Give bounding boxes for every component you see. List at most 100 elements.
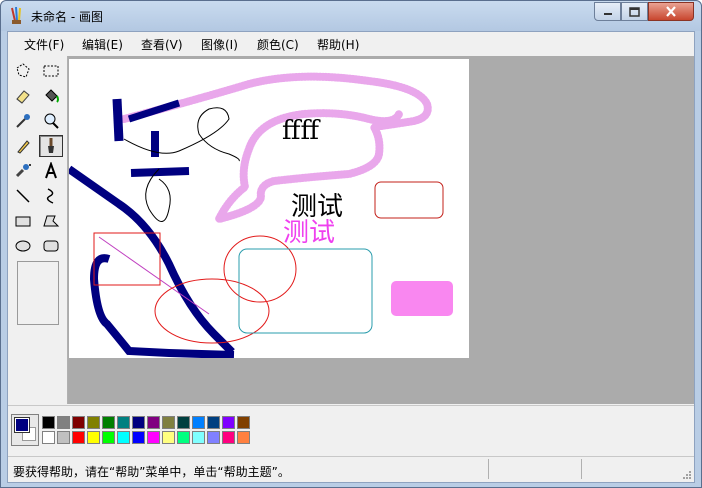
eraser-tool[interactable] xyxy=(11,85,35,107)
navy-stroke-1 xyxy=(112,98,124,142)
ellipse-tool[interactable] xyxy=(11,235,35,257)
polygon-tool[interactable] xyxy=(39,210,63,232)
menu-image[interactable]: 图像(I) xyxy=(201,36,238,53)
color-swatch[interactable] xyxy=(57,416,70,429)
color-swatch[interactable] xyxy=(222,416,235,429)
text-tool[interactable] xyxy=(39,160,63,182)
menu-help[interactable]: 帮助(H) xyxy=(317,36,359,53)
close-icon xyxy=(666,6,676,17)
brush-tool[interactable] xyxy=(39,135,63,157)
color-swatch[interactable] xyxy=(207,416,220,429)
eraser-icon xyxy=(16,90,30,104)
menu-colors[interactable]: 颜色(C) xyxy=(257,36,299,53)
pencil-icon xyxy=(17,140,30,154)
paint-window: 未命名 - 画图 文件(F) 编辑(E) 查看(V) 图像(I) 颜色(C) 帮… xyxy=(0,0,702,488)
airbrush-icon xyxy=(15,164,31,178)
color-swatch[interactable] xyxy=(192,416,205,429)
color-swatch[interactable] xyxy=(102,431,115,444)
drawing: ffff 测试 测试 xyxy=(66,72,453,359)
line-icon xyxy=(16,189,30,203)
navy-stroke-2 xyxy=(127,99,181,123)
color-swatch[interactable] xyxy=(72,431,85,444)
rect-select-tool[interactable] xyxy=(39,60,63,82)
pink-filled-rect xyxy=(391,281,453,316)
purple-line xyxy=(98,236,210,315)
maximize-icon xyxy=(629,6,640,17)
foreground-color[interactable] xyxy=(14,417,30,433)
window-title: 未命名 - 画图 xyxy=(31,10,103,24)
text-icon xyxy=(45,162,57,179)
minimize-icon xyxy=(603,12,612,15)
navy-stroke-4 xyxy=(130,167,190,177)
color-swatch[interactable] xyxy=(177,416,190,429)
fill-bucket-tool[interactable] xyxy=(39,85,63,107)
free-select-tool[interactable] xyxy=(11,60,35,82)
color-swatch[interactable] xyxy=(102,416,115,429)
drawing-canvas[interactable]: ffff 测试 测试 xyxy=(66,59,469,359)
title-bar[interactable]: 未命名 - 画图 xyxy=(1,1,701,31)
status-text: 要获得帮助，请在“帮助”菜单中，单击“帮助主题”。 xyxy=(13,465,290,479)
menu-edit[interactable]: 编辑(E) xyxy=(82,36,123,53)
tool-options-box[interactable] xyxy=(17,261,59,325)
color-swatch[interactable] xyxy=(192,431,205,444)
airbrush-stroke xyxy=(120,72,432,225)
status-pane-coords xyxy=(488,459,578,479)
status-pane-size xyxy=(581,459,677,479)
menu-file[interactable]: 文件(F) xyxy=(24,36,64,53)
color-palette xyxy=(8,405,694,455)
color-swatch[interactable] xyxy=(132,416,145,429)
color-swatch[interactable] xyxy=(42,431,55,444)
color-swatch[interactable] xyxy=(162,416,175,429)
canvas-text-test-pink: 测试 xyxy=(283,218,335,248)
color-swatch[interactable] xyxy=(207,431,220,444)
color-swatch[interactable] xyxy=(42,416,55,429)
rounded-rect-icon xyxy=(43,240,59,252)
close-button[interactable] xyxy=(648,2,694,21)
color-picker-tool[interactable] xyxy=(11,110,35,132)
color-swatch[interactable] xyxy=(132,431,145,444)
color-swatch[interactable] xyxy=(117,431,130,444)
toolbox xyxy=(8,56,68,404)
ellipse-icon xyxy=(15,240,31,252)
color-swatch[interactable] xyxy=(117,416,130,429)
curve-tool[interactable] xyxy=(39,185,63,207)
color-swatch[interactable] xyxy=(147,431,160,444)
rectangle-tool[interactable] xyxy=(11,210,35,232)
color-swatch[interactable] xyxy=(162,431,175,444)
line-tool[interactable] xyxy=(11,185,35,207)
paint-frame: 文件(F) 编辑(E) 查看(V) 图像(I) 颜色(C) 帮助(H) ffff… xyxy=(7,31,695,483)
teal-rounded-rect xyxy=(238,248,373,334)
color-swatch[interactable] xyxy=(222,431,235,444)
canvas-text-ffff: ffff xyxy=(282,116,321,146)
color-swatch[interactable] xyxy=(177,431,190,444)
current-colors[interactable] xyxy=(11,414,39,446)
navy-stroke-6 xyxy=(89,254,235,359)
rect-select-icon xyxy=(43,65,59,77)
rectangle-icon xyxy=(15,216,31,227)
curve-icon xyxy=(46,188,54,204)
menu-view[interactable]: 查看(V) xyxy=(141,36,183,53)
color-swatch[interactable] xyxy=(87,416,100,429)
color-swatch[interactable] xyxy=(147,416,160,429)
maximize-button[interactable] xyxy=(621,2,648,21)
magnifier-tool[interactable] xyxy=(39,110,63,132)
color-picker-icon xyxy=(16,114,30,128)
resize-grip-icon[interactable] xyxy=(682,470,692,480)
paint-app-icon xyxy=(11,7,21,24)
color-swatch[interactable] xyxy=(237,416,250,429)
canvas-workspace: ffff 测试 测试 xyxy=(66,56,694,404)
navy-stroke-5 xyxy=(66,165,235,355)
color-swatch[interactable] xyxy=(87,431,100,444)
status-bar: 要获得帮助，请在“帮助”菜单中，单击“帮助主题”。 xyxy=(8,456,694,482)
black-curve-2 xyxy=(145,168,171,222)
color-swatch[interactable] xyxy=(72,416,85,429)
color-swatch[interactable] xyxy=(237,431,250,444)
rounded-rect-tool[interactable] xyxy=(39,235,63,257)
pencil-tool[interactable] xyxy=(11,135,35,157)
brush-icon xyxy=(48,138,54,153)
color-swatch[interactable] xyxy=(57,431,70,444)
airbrush-tool[interactable] xyxy=(11,160,35,182)
minimize-button[interactable] xyxy=(594,2,621,21)
menu-bar: 文件(F) 编辑(E) 查看(V) 图像(I) 颜色(C) 帮助(H) xyxy=(8,32,694,56)
polygon-icon xyxy=(43,215,60,227)
